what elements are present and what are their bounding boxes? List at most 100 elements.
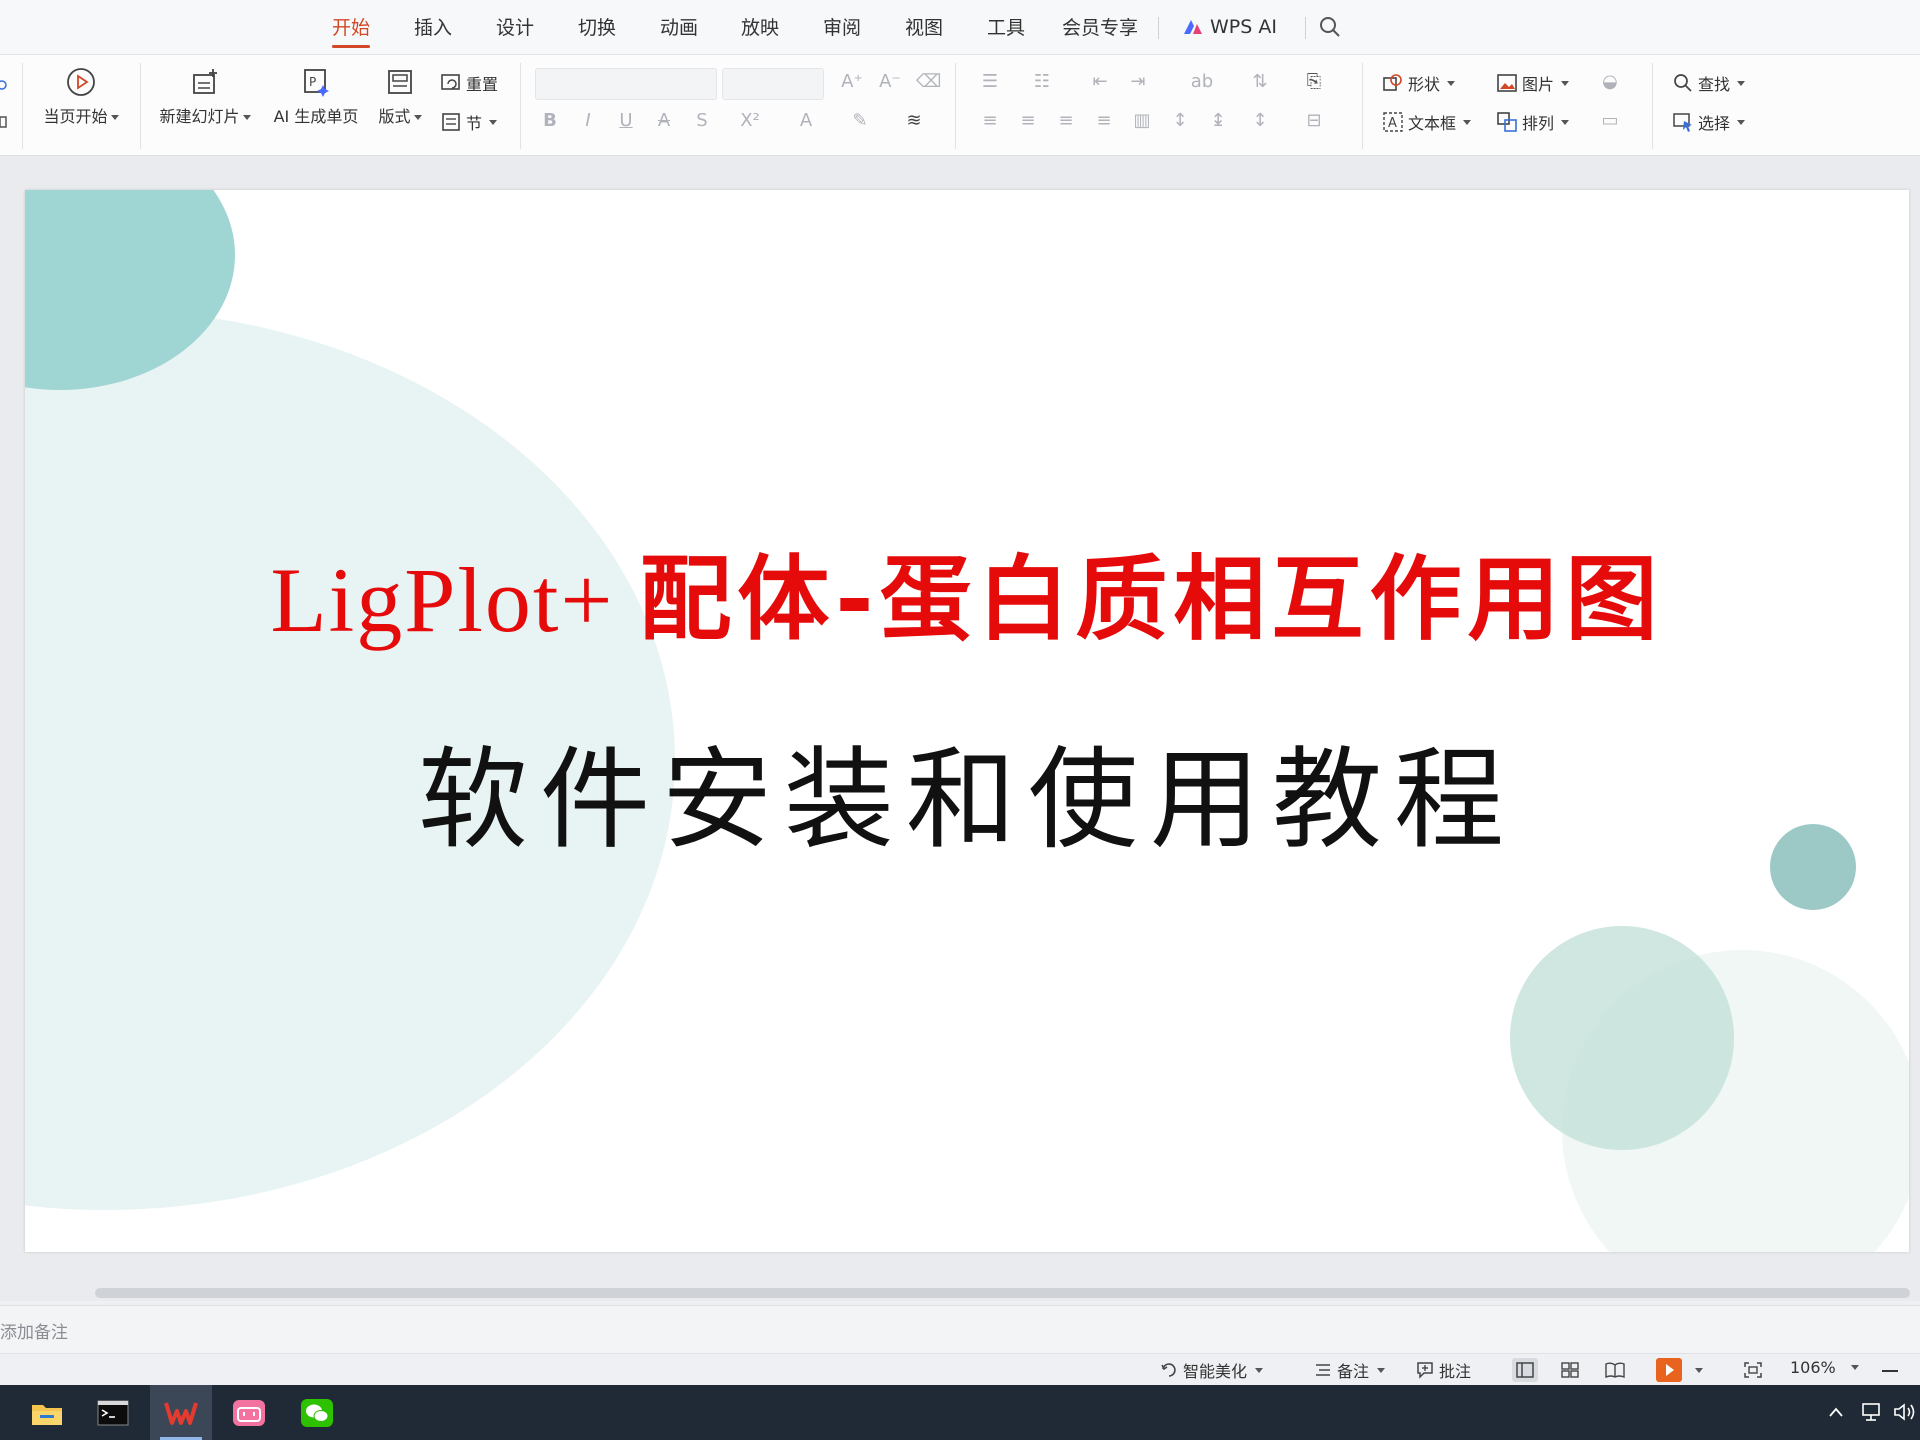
align-center-icon[interactable]: ≡ bbox=[1016, 110, 1040, 131]
align-right-icon[interactable]: ≡ bbox=[1054, 110, 1078, 131]
section-icon bbox=[442, 113, 460, 131]
phonetic-icon[interactable]: ≋ bbox=[896, 110, 932, 131]
textbox-button[interactable]: A 文本框 bbox=[1382, 110, 1472, 134]
notes-toggle-button[interactable]: 备注 bbox=[1314, 1358, 1386, 1382]
convert-icon[interactable]: ⎘ bbox=[1302, 71, 1326, 92]
superscript-icon[interactable]: X² bbox=[732, 110, 768, 131]
taskbar-wechat[interactable] bbox=[286, 1385, 348, 1440]
play-current-button[interactable]: 当页开始 bbox=[36, 67, 126, 127]
beautify-icon bbox=[1161, 1363, 1176, 1377]
notes-pane[interactable]: 添加备注 bbox=[0, 1305, 1920, 1354]
normal-view-button[interactable] bbox=[1512, 1358, 1538, 1382]
network-icon[interactable] bbox=[1860, 1400, 1884, 1424]
taskbar-wps[interactable] bbox=[150, 1385, 212, 1440]
section-button[interactable]: 节 bbox=[440, 110, 498, 134]
tab-slideshow[interactable]: 放映 bbox=[737, 0, 783, 54]
zoom-level-label: 106% bbox=[1790, 1358, 1836, 1377]
reset-button[interactable]: 重置 bbox=[440, 71, 498, 95]
slideshow-button[interactable] bbox=[1656, 1358, 1682, 1382]
tab-view[interactable]: 视图 bbox=[901, 0, 947, 54]
tab-transition[interactable]: 切换 bbox=[574, 0, 620, 54]
italic-icon[interactable]: I bbox=[576, 110, 600, 131]
zoom-level-select[interactable]: 106% bbox=[1790, 1358, 1859, 1377]
clipboard-icon[interactable] bbox=[0, 77, 10, 137]
tab-animation[interactable]: 动画 bbox=[656, 0, 702, 54]
taskbar-bilibili[interactable] bbox=[218, 1385, 280, 1440]
tab-review[interactable]: 审阅 bbox=[819, 0, 865, 54]
picture-button[interactable]: 图片 bbox=[1496, 71, 1570, 95]
picture-label: 图片 bbox=[1522, 75, 1555, 94]
decrease-font-icon[interactable]: A⁻ bbox=[878, 71, 902, 92]
new-slide-icon bbox=[193, 69, 217, 94]
sort-icon[interactable]: ⇅ bbox=[1248, 71, 1272, 92]
new-slide-button[interactable]: 新建幻灯片 bbox=[154, 67, 256, 127]
volume-icon[interactable] bbox=[1892, 1400, 1918, 1424]
increase-font-icon[interactable]: A⁺ bbox=[840, 71, 864, 92]
picture-icon bbox=[1497, 74, 1517, 92]
highlight-icon[interactable]: ✎ bbox=[842, 110, 878, 131]
wps-ai-label: WPS AI bbox=[1210, 16, 1277, 38]
select-icon bbox=[1673, 113, 1692, 132]
title-latin: LigPlot+ bbox=[270, 549, 640, 651]
ai-generate-page-button[interactable]: P AI 生成单页 bbox=[268, 67, 364, 127]
find-button[interactable]: 查找 bbox=[1672, 71, 1746, 95]
bold-icon[interactable]: B bbox=[538, 110, 562, 131]
slideshow-dropdown-icon[interactable] bbox=[1695, 1368, 1703, 1373]
grid-view-icon[interactable] bbox=[1557, 1358, 1583, 1382]
align-left-icon[interactable]: ≡ bbox=[978, 110, 1002, 131]
fit-window-icon[interactable] bbox=[1740, 1358, 1766, 1382]
tray-chevron-up-icon[interactable] bbox=[1828, 1405, 1844, 1419]
bullet-list-icon[interactable]: ☰ bbox=[978, 71, 1002, 92]
ribbon-separator bbox=[1652, 63, 1653, 149]
select-label: 选择 bbox=[1698, 114, 1731, 133]
outline-icon[interactable]: ▭ bbox=[1592, 110, 1628, 131]
underline-icon[interactable]: U bbox=[614, 110, 638, 131]
text-direction-icon[interactable]: ab bbox=[1190, 71, 1214, 92]
spacing-dropdown-icon[interactable]: ↕ bbox=[1248, 110, 1272, 131]
shadow-icon[interactable]: S bbox=[690, 110, 714, 131]
shape-button[interactable]: 形状 bbox=[1382, 71, 1456, 95]
tab-member[interactable]: 会员专享 bbox=[1062, 0, 1138, 54]
tab-design[interactable]: 设计 bbox=[492, 0, 538, 54]
taskbar-file-explorer[interactable] bbox=[16, 1385, 78, 1440]
strikethrough-icon[interactable]: A bbox=[652, 110, 676, 131]
reading-view-icon[interactable] bbox=[1602, 1358, 1628, 1382]
clear-format-icon[interactable]: ⌫ bbox=[916, 71, 941, 92]
comment-button[interactable]: 批注 bbox=[1416, 1358, 1471, 1382]
select-button[interactable]: 选择 bbox=[1672, 110, 1746, 134]
numbered-list-icon[interactable]: ☷ bbox=[1030, 71, 1054, 92]
slide-subtitle[interactable]: 软件安装和使用教程 bbox=[25, 710, 1909, 870]
zoom-out-icon[interactable] bbox=[1882, 1370, 1898, 1372]
slide-title[interactable]: LigPlot+ 配体-蛋白质相互作用图 bbox=[25, 525, 1909, 658]
slide-canvas[interactable]: LigPlot+ 配体-蛋白质相互作用图 软件安装和使用教程 bbox=[25, 190, 1909, 1252]
terminal-icon bbox=[97, 1400, 129, 1425]
distribute-icon[interactable]: ▥ bbox=[1130, 110, 1154, 131]
arrange-button[interactable]: 排列 bbox=[1496, 110, 1570, 134]
fill-icon[interactable]: ◒ bbox=[1592, 71, 1628, 92]
horizontal-scrollbar[interactable] bbox=[95, 1288, 1910, 1298]
slide-editing-area[interactable]: LigPlot+ 配体-蛋白质相互作用图 软件安装和使用教程 bbox=[0, 156, 1920, 1301]
vertical-align-icon[interactable]: ⊟ bbox=[1302, 110, 1326, 131]
font-size-select[interactable] bbox=[722, 68, 824, 100]
smart-beautify-button[interactable]: 智能美化 bbox=[1160, 1358, 1264, 1382]
layout-button[interactable]: 版式 bbox=[372, 67, 428, 127]
taskbar-terminal[interactable] bbox=[82, 1385, 144, 1440]
search-icon[interactable] bbox=[1318, 15, 1342, 39]
para-spacing-icon[interactable]: ↨ bbox=[1206, 110, 1230, 131]
menu-bar: 开始 插入 设计 切换 动画 放映 审阅 视图 工具 会员专享 WPS AI bbox=[0, 0, 1920, 55]
play-icon bbox=[1666, 1364, 1674, 1376]
tab-tools[interactable]: 工具 bbox=[983, 0, 1029, 54]
section-label: 节 bbox=[466, 114, 483, 133]
font-color-icon[interactable]: A bbox=[788, 110, 824, 131]
tab-start[interactable]: 开始 bbox=[328, 0, 374, 54]
bilibili-icon bbox=[233, 1399, 265, 1426]
svg-text:P: P bbox=[309, 75, 316, 89]
tab-insert[interactable]: 插入 bbox=[410, 0, 456, 54]
line-spacing-icon[interactable]: ↕ bbox=[1168, 110, 1192, 131]
justify-icon[interactable]: ≡ bbox=[1092, 110, 1116, 131]
indent-icon[interactable]: ⇥ bbox=[1126, 71, 1150, 92]
reset-label: 重置 bbox=[466, 75, 499, 94]
font-family-select[interactable] bbox=[535, 68, 717, 100]
wps-ai-button[interactable]: WPS AI bbox=[1182, 0, 1277, 54]
outdent-icon[interactable]: ⇤ bbox=[1088, 71, 1112, 92]
